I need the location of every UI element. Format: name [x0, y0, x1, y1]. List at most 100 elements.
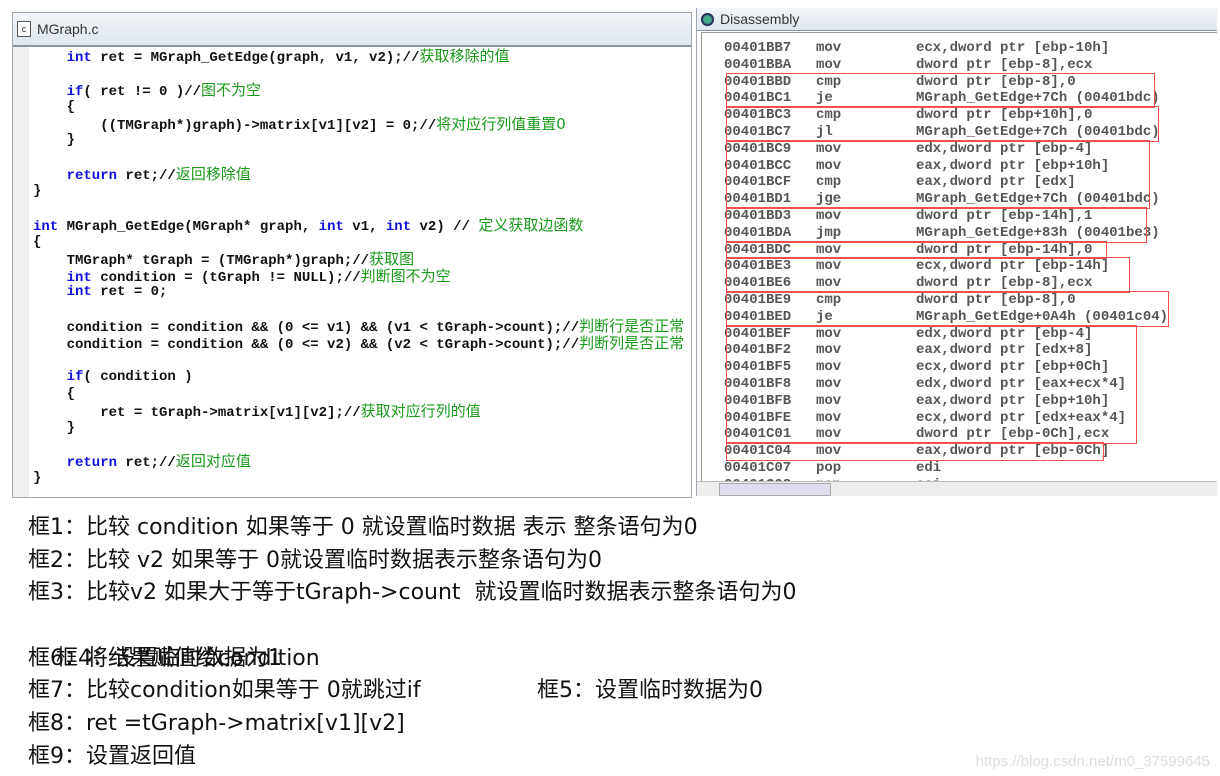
- note-8: 框8：ret =tGraph->matrix[v1][v2]: [28, 711, 405, 737]
- annotation-notes: 框1：比较 condition 如果等于 0 就设置临时数据 表示 整条语句为0…: [28, 512, 797, 774]
- source-editor-window: c MGraph.c int ret = MGraph_GetEdge(grap…: [12, 12, 692, 498]
- code-keyword: return: [33, 168, 118, 185]
- disassembly-titlebar: Disassembly: [697, 8, 1217, 31]
- code-line: TMGraph* tGraph = (TMGraph*)graph;//获取图: [33, 249, 684, 269]
- code-keyword: int: [33, 269, 92, 286]
- code-comment: 判断行是否正常: [579, 317, 685, 336]
- disassembly-icon: [701, 12, 714, 26]
- code-comment: 将对应行列值重置0: [436, 114, 566, 133]
- code-text: ret = MGraph_GetEdge(graph, v1, v2);//: [91, 50, 420, 66]
- code-keyword: int: [33, 218, 59, 235]
- code-text: ret;//: [117, 168, 176, 185]
- code-keyword: int: [33, 50, 92, 66]
- code-text: ret = tGraph->matrix[v1][v2];//: [33, 404, 361, 421]
- operands: edi: [916, 460, 942, 476]
- highlight-box-8: [726, 324, 1137, 445]
- code-text: ((TMGraph*)graph)->matrix[v1][v2] = 0;//: [33, 117, 437, 134]
- code-line: {: [33, 99, 684, 116]
- scrollbar-thumb[interactable]: [719, 483, 831, 496]
- code-keyword: int: [385, 218, 412, 235]
- highlight-box-2: [726, 106, 1159, 142]
- code-comment: 图不为空: [201, 80, 262, 99]
- code-line: ret = tGraph->matrix[v1][v2];//获取对应行列的值: [33, 401, 684, 421]
- code-comment: 获取图: [369, 249, 415, 268]
- highlight-box-4: [726, 207, 1147, 243]
- code-keyword: return: [33, 455, 118, 472]
- note-6: 框6：将结果赋值给condition: [28, 645, 320, 671]
- address: 00401C07: [724, 460, 792, 476]
- code-line: condition = condition && (0 <= v2) && (v…: [33, 334, 685, 354]
- code-comment: 判断列是否正常: [579, 334, 685, 353]
- code-line: int ret = 0;: [33, 284, 684, 301]
- highlight-box-1: [726, 72, 1155, 109]
- code-text: }: [33, 419, 76, 436]
- address: 00401BBA: [724, 56, 792, 73]
- code-text: ( condition ): [83, 368, 193, 385]
- code-comment: 返回移除值: [175, 165, 251, 184]
- c-file-icon: c: [17, 21, 31, 37]
- note-1: 框1：比较 condition 如果等于 0 就设置临时数据 表示 整条语句为0: [28, 515, 698, 540]
- code-text: ret;//: [117, 455, 176, 472]
- note-7: 框7：比较condition如果等于 0就跳过if: [28, 678, 421, 704]
- code-line: {: [33, 386, 684, 403]
- code-comment: 判断图不为空: [360, 266, 451, 285]
- note-row-4-5: 框4：设置临时数据为1 框5：设置临时数据为0: [28, 610, 797, 704]
- highlight-box-6: [726, 257, 1130, 293]
- code-line: int MGraph_GetEdge(MGraph* graph, int v1…: [33, 215, 684, 235]
- code-keyword: int: [33, 284, 92, 301]
- code-comment: 获取对应行列的值: [360, 401, 481, 420]
- code-text: {: [33, 233, 42, 250]
- code-keyword: if: [33, 83, 84, 100]
- code-area[interactable]: int ret = MGraph_GetEdge(graph, v1, v2);…: [33, 48, 684, 487]
- code-text: v1,: [343, 218, 386, 235]
- code-text: }: [33, 183, 42, 200]
- code-line: int condition = (tGraph != NULL);//判断图不为…: [33, 266, 684, 286]
- code-line: }: [33, 420, 684, 437]
- code-text: condition = condition && (0 <= v2) && (v…: [33, 337, 580, 354]
- code-text: condition = (tGraph != NULL);//: [91, 269, 361, 286]
- code-line: ((TMGraph*)graph)->matrix[v1][v2] = 0;//…: [33, 114, 684, 134]
- code-text: ret = 0;: [91, 284, 168, 301]
- code-text: condition = condition && (0 <= v1) && (v…: [33, 320, 580, 337]
- mnemonic: pop: [816, 460, 842, 476]
- code-text: {: [33, 98, 76, 115]
- code-text: v2) //: [411, 218, 479, 235]
- disassembly-title: Disassembly: [720, 11, 800, 27]
- address: 00401BB7: [724, 40, 792, 56]
- code-text: {: [33, 385, 76, 402]
- operands: dword ptr [ebp-8],ecx: [916, 56, 1093, 73]
- editor-title: MGraph.c: [37, 21, 99, 37]
- code-text: }: [33, 132, 76, 149]
- code-text: }: [33, 470, 42, 487]
- code-line: }: [33, 132, 684, 149]
- code-line: int ret = MGraph_GetEdge(graph, v1, v2);…: [33, 47, 684, 66]
- highlight-box-7: [726, 291, 1169, 327]
- disassembly-listing[interactable]: 00401BB7 mov ecx,dword ptr [ebp-10h] 00401B…: [701, 32, 1217, 493]
- code-line: return ret;//返回对应值: [33, 453, 684, 472]
- highlight-box-9: [726, 442, 1104, 461]
- mnemonic: mov: [816, 56, 842, 73]
- code-line: }: [33, 470, 684, 487]
- code-comment: 获取移除的值: [419, 47, 510, 65]
- editor-gutter: [13, 47, 29, 497]
- code-comment: 定义获取边函数: [478, 215, 584, 234]
- code-line: }: [33, 183, 684, 200]
- horizontal-scrollbar[interactable]: [697, 481, 1217, 496]
- code-text: TMGraph* tGraph = (TMGraph*)graph;//: [33, 252, 370, 269]
- code-line: {: [33, 234, 684, 251]
- note-2: 框2：比较 v2 如果等于 0就设置临时数据表示整条语句为0: [28, 547, 602, 573]
- note-3: 框3：比较v2 如果大于等于tGraph->count 就设置临时数据表示整条语…: [28, 580, 797, 606]
- code-keyword: int: [318, 218, 344, 235]
- code-line: condition = condition && (0 <= v1) && (v…: [33, 317, 685, 337]
- code-text: MGraph_GetEdge(MGraph* graph,: [58, 218, 319, 235]
- watermark: https://blog.csdn.net/m0_37599645: [975, 753, 1210, 770]
- mnemonic: mov: [816, 40, 842, 56]
- disassembly-window: Disassembly 00401BB7 mov ecx,dword ptr [eb…: [696, 8, 1217, 496]
- code-text: ( ret != 0 )//: [83, 83, 202, 100]
